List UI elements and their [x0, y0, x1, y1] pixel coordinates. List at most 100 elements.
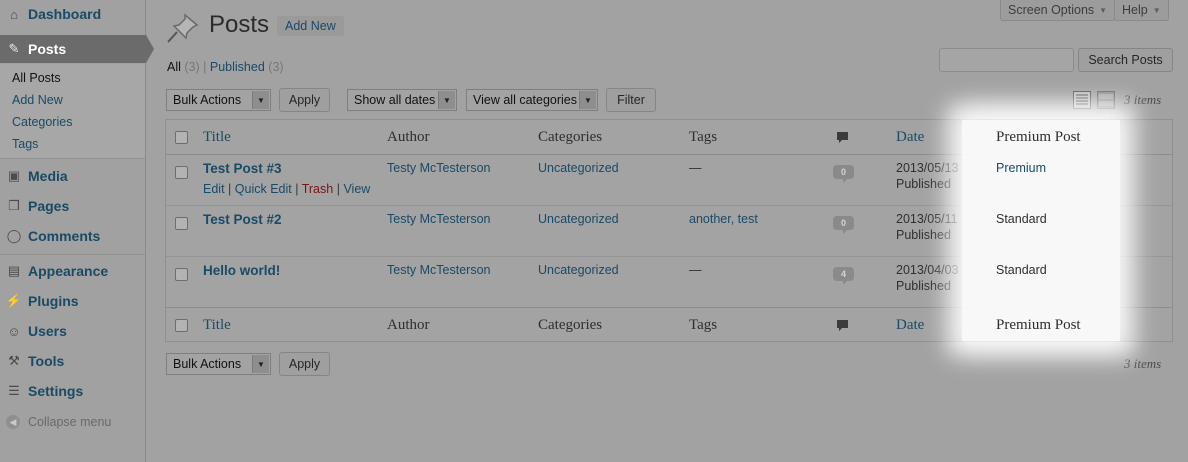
- menu-media-label: Media: [28, 168, 68, 184]
- status-cell: Published: [896, 177, 951, 191]
- excerpt-view-icon[interactable]: [1097, 91, 1115, 109]
- post-title-link[interactable]: Hello world!: [203, 263, 280, 278]
- separator: |: [228, 182, 235, 196]
- collapse-menu-label: Collapse menu: [28, 415, 112, 429]
- page-title: Posts: [209, 11, 270, 38]
- menu-separator: [0, 254, 145, 255]
- premium-link[interactable]: Premium: [996, 161, 1046, 175]
- dropdown-arrow-icon: ▼: [438, 91, 455, 109]
- column-date[interactable]: Date: [896, 317, 924, 334]
- users-icon: ☺: [7, 323, 21, 339]
- quick-edit-link[interactable]: Quick Edit: [235, 182, 292, 196]
- author-link[interactable]: Testy McTesterson: [387, 212, 491, 226]
- bulk-actions-select-bottom[interactable]: Bulk Actions ▼: [166, 353, 271, 375]
- comment-count-badge[interactable]: 0: [833, 216, 854, 234]
- date-cell: 2013/05/13: [896, 161, 959, 175]
- bulk-actions-value: Bulk Actions: [173, 93, 242, 107]
- help-button[interactable]: Help ▼: [1114, 0, 1169, 21]
- comment-bubble-icon[interactable]: [836, 319, 849, 332]
- menu-plugins-label: Plugins: [28, 293, 79, 309]
- menu-plugins[interactable]: ⚡ Plugins: [0, 287, 145, 315]
- filter-all-count: (3): [184, 60, 200, 74]
- dropdown-arrow-icon: ▼: [252, 91, 269, 109]
- menu-posts[interactable]: ✎ Posts: [0, 35, 154, 63]
- items-count-bottom: 3 items: [1124, 356, 1162, 371]
- status-cell: Published: [896, 279, 951, 293]
- caret-down-icon: ▼: [1152, 5, 1161, 15]
- media-icon: ▣: [7, 168, 21, 183]
- select-all-checkbox[interactable]: [175, 131, 188, 144]
- row-actions: Edit | Quick Edit | Trash | View: [203, 182, 370, 196]
- filter-published[interactable]: Published: [210, 60, 265, 74]
- menu-tools[interactable]: ⚒ Tools: [0, 347, 145, 375]
- post-title-link[interactable]: Test Post #2: [203, 212, 282, 227]
- bulk-actions-select[interactable]: Bulk Actions ▼: [166, 89, 271, 111]
- menu-comments[interactable]: ◯ Comments: [0, 222, 145, 250]
- menu-media[interactable]: ▣ Media: [0, 162, 145, 190]
- apply-button[interactable]: Apply: [279, 88, 330, 112]
- column-author: Author: [387, 317, 430, 333]
- tags-cell: —: [689, 161, 702, 175]
- select-all-checkbox[interactable]: [175, 319, 188, 332]
- menu-users-label: Users: [28, 323, 67, 339]
- row-checkbox[interactable]: [175, 166, 188, 179]
- trash-link[interactable]: Trash: [302, 182, 334, 196]
- column-date[interactable]: Date: [896, 129, 924, 146]
- tags-cell[interactable]: another, test: [689, 212, 758, 226]
- status-filter: All (3) | Published (3): [167, 60, 284, 74]
- table-row: Test Post #2 Testy McTesterson Uncategor…: [166, 206, 1172, 257]
- column-tags: Tags: [689, 317, 718, 333]
- category-link[interactable]: Uncategorized: [538, 212, 619, 226]
- author-link[interactable]: Testy McTesterson: [387, 161, 491, 175]
- collapse-menu[interactable]: ◀ Collapse menu: [6, 415, 111, 429]
- list-view-icon[interactable]: [1073, 91, 1091, 109]
- appearance-icon: ▤: [7, 263, 21, 278]
- filter-published-count: (3): [268, 60, 284, 74]
- help-label: Help: [1122, 3, 1148, 17]
- tags-cell: —: [689, 263, 702, 277]
- premium-cell: Standard: [996, 263, 1047, 277]
- submenu-categories[interactable]: Categories: [12, 115, 72, 129]
- post-title-link[interactable]: Test Post #3: [203, 161, 282, 176]
- pages-icon: ❐: [8, 198, 20, 213]
- menu-appearance[interactable]: ▤ Appearance: [0, 257, 145, 285]
- apply-button-bottom[interactable]: Apply: [279, 352, 330, 376]
- submenu-all-posts[interactable]: All Posts: [12, 71, 61, 85]
- search-posts-button[interactable]: Search Posts: [1078, 48, 1173, 72]
- category-link[interactable]: Uncategorized: [538, 263, 619, 277]
- author-link[interactable]: Testy McTesterson: [387, 263, 491, 277]
- row-checkbox[interactable]: [175, 268, 188, 281]
- comment-count-badge[interactable]: 4: [833, 267, 854, 285]
- dropdown-arrow-icon: ▼: [252, 355, 269, 373]
- column-title[interactable]: Title: [203, 129, 231, 146]
- dates-select[interactable]: Show all dates ▼: [347, 89, 457, 111]
- menu-pages[interactable]: ❐ Pages: [0, 192, 145, 220]
- comment-bubble-icon[interactable]: [836, 131, 849, 144]
- column-title[interactable]: Title: [203, 317, 231, 334]
- filter-button[interactable]: Filter: [606, 88, 656, 112]
- caret-down-icon: ▼: [1099, 5, 1108, 15]
- screen-options-label: Screen Options: [1008, 3, 1095, 17]
- table-footer: Title Author Categories Tags Date Premiu…: [166, 307, 1172, 342]
- column-premium-post: Premium Post: [996, 129, 1081, 145]
- screen-options-button[interactable]: Screen Options ▼: [1000, 0, 1116, 21]
- comment-count-badge[interactable]: 0: [833, 165, 854, 183]
- admin-menu: ⌂ Dashboard ✎ Posts All Posts Add New Ca…: [0, 0, 154, 462]
- categories-select[interactable]: View all categories ▼: [466, 89, 598, 111]
- edit-link[interactable]: Edit: [203, 182, 225, 196]
- bulk-actions-value: Bulk Actions: [173, 357, 242, 371]
- category-link[interactable]: Uncategorized: [538, 161, 619, 175]
- submenu-add-new[interactable]: Add New: [12, 93, 63, 107]
- date-cell: 2013/05/11: [896, 212, 958, 226]
- search-input[interactable]: [939, 48, 1074, 72]
- table-row: Hello world! Testy McTesterson Uncategor…: [166, 257, 1172, 308]
- row-checkbox[interactable]: [175, 217, 188, 230]
- filter-all[interactable]: All: [167, 60, 181, 74]
- settings-icon: ☰: [8, 383, 20, 398]
- view-link[interactable]: View: [343, 182, 370, 196]
- menu-users[interactable]: ☺ Users: [0, 317, 145, 345]
- menu-settings[interactable]: ☰ Settings: [0, 377, 145, 405]
- menu-dashboard[interactable]: ⌂ Dashboard: [0, 0, 145, 28]
- submenu-tags[interactable]: Tags: [12, 137, 38, 151]
- add-new-button[interactable]: Add New: [277, 16, 344, 36]
